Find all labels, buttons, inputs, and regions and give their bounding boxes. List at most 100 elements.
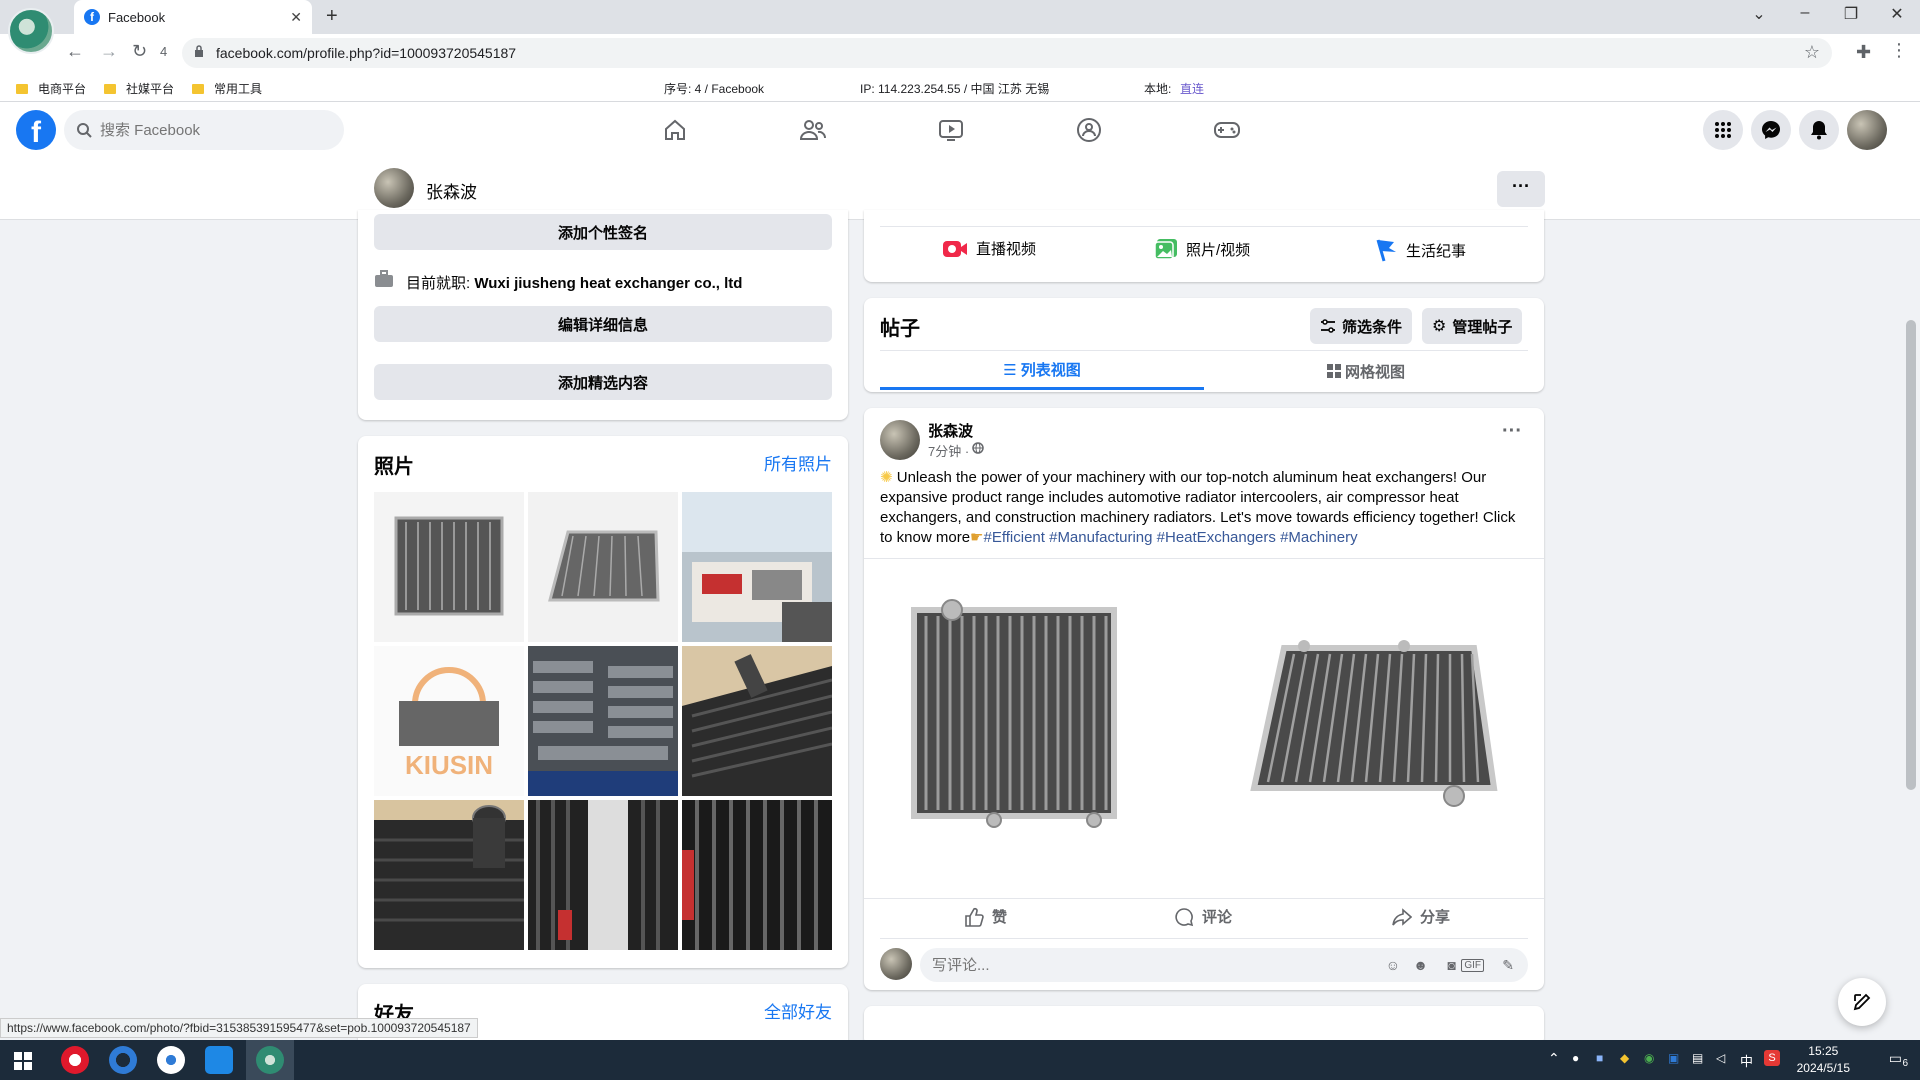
post-hashtags[interactable]: #Efficient #Manufacturing #HeatExchanger… xyxy=(984,529,1358,546)
photo-thumbnail[interactable] xyxy=(682,800,832,950)
post-timestamp[interactable]: 7分钟 · xyxy=(928,441,969,460)
browser-profile-avatar[interactable] xyxy=(8,8,54,54)
forward-icon[interactable]: → xyxy=(100,41,118,62)
url-text[interactable]: facebook.com/profile.php?id=100093720545… xyxy=(216,45,516,61)
sticker-icon[interactable]: ✎ xyxy=(1502,957,1514,974)
tray-chevron-icon[interactable]: ⌃ xyxy=(1548,1050,1560,1067)
extensions-icon[interactable]: ✚ xyxy=(1856,42,1871,63)
new-tab-button[interactable]: + xyxy=(326,5,338,28)
opera-browser-icon[interactable] xyxy=(61,1046,89,1074)
messenger-icon[interactable] xyxy=(1751,110,1791,150)
tray-ime-lang[interactable]: 中 xyxy=(1740,1051,1753,1070)
like-button[interactable]: 赞 xyxy=(964,906,1007,927)
camera-icon[interactable]: ◙ xyxy=(1448,957,1456,973)
profile-name[interactable]: 张森波 xyxy=(426,178,477,203)
omnibox[interactable]: facebook.com/profile.php?id=100093720545… xyxy=(182,38,1832,68)
bookmark-star-icon[interactable]: ☆ xyxy=(1804,42,1820,63)
add-bio-button[interactable]: 添加个性签名 xyxy=(374,214,832,250)
active-browser-icon[interactable] xyxy=(256,1046,284,1074)
taskbar-clock[interactable]: 15:25 2024/5/15 xyxy=(1797,1043,1850,1077)
tab-list-view[interactable]: ☰ 列表视图 xyxy=(880,352,1204,390)
nav-gaming-icon[interactable] xyxy=(1209,112,1245,148)
nav-groups-icon[interactable] xyxy=(1071,112,1107,148)
nav-friends-icon[interactable] xyxy=(795,112,831,148)
manage-posts-button[interactable]: ⚙ 管理帖子 xyxy=(1422,308,1523,344)
photo-thumbnail[interactable] xyxy=(682,646,832,796)
photo-thumbnail[interactable] xyxy=(528,492,678,642)
edge-browser-icon[interactable] xyxy=(205,1046,233,1074)
scrollbar-thumb[interactable] xyxy=(1906,320,1916,790)
add-featured-button[interactable]: 添加精选内容 xyxy=(374,364,832,400)
info-sequence: 序号: 4 / Facebook xyxy=(664,82,765,96)
tray-wechat-icon[interactable]: ◉ xyxy=(1644,1051,1654,1065)
browser-menu-icon[interactable]: ⋮ xyxy=(1890,40,1908,61)
facebook-search-box[interactable] xyxy=(64,110,344,150)
menu-grid-icon[interactable] xyxy=(1703,110,1743,150)
life-event-button[interactable]: 生活纪事 xyxy=(1374,238,1466,262)
comment-input[interactable] xyxy=(932,956,1372,974)
tray-app-icon[interactable]: ● xyxy=(1572,1051,1579,1065)
post-options-icon[interactable]: ··· xyxy=(1502,420,1522,443)
close-window-button[interactable]: ✕ xyxy=(1874,4,1920,24)
notification-center-icon[interactable]: ▭ xyxy=(1889,1050,1902,1067)
comment-button[interactable]: 评论 xyxy=(1174,906,1232,927)
post-image-heat-exchanger-angled[interactable] xyxy=(1244,628,1504,818)
photo-thumbnail[interactable] xyxy=(682,492,832,642)
browser-tab[interactable]: f Facebook ✕ xyxy=(74,0,312,34)
photo-thumbnail[interactable] xyxy=(528,800,678,950)
tray-network-icon[interactable]: ■ xyxy=(1596,1051,1603,1065)
avatar-sticker-icon[interactable]: ☺ xyxy=(1386,957,1400,973)
comment-input-box[interactable]: ☺ ☻ ◙ GIF ✎ xyxy=(920,948,1528,982)
new-message-button[interactable] xyxy=(1838,978,1886,1026)
photo-video-button[interactable]: 照片/视频 xyxy=(1154,238,1250,260)
divider xyxy=(864,898,1544,899)
close-tab-icon[interactable]: ✕ xyxy=(290,9,302,26)
tray-app2-icon[interactable]: ▣ xyxy=(1668,1051,1679,1065)
tab-grid-view[interactable]: 网格视图 xyxy=(1204,352,1528,390)
share-button[interactable]: 分享 xyxy=(1392,906,1450,927)
bookmark-folder-tools[interactable]: 常用工具 xyxy=(192,80,262,97)
restore-button[interactable]: ❐ xyxy=(1828,4,1874,24)
folder-icon xyxy=(192,83,204,94)
post-author-avatar[interactable] xyxy=(880,420,920,460)
emoji-icon[interactable]: ☻ xyxy=(1413,957,1428,973)
commenter-avatar[interactable] xyxy=(880,948,912,980)
nav-home-icon[interactable] xyxy=(657,112,693,148)
tray-volume-icon[interactable]: ◁ xyxy=(1716,1051,1725,1065)
photo-watermark-text: KIUSIN xyxy=(405,750,493,780)
edit-details-button[interactable]: 编辑详细信息 xyxy=(374,306,832,342)
photo-thumbnail[interactable] xyxy=(374,800,524,950)
photo-thumbnail[interactable] xyxy=(528,646,678,796)
chat-app-icon[interactable] xyxy=(157,1046,185,1074)
post-author-name[interactable]: 张森波 xyxy=(928,420,973,441)
account-avatar[interactable] xyxy=(1847,110,1887,150)
notifications-bell-icon[interactable] xyxy=(1799,110,1839,150)
bookmark-folder-social[interactable]: 社媒平台 xyxy=(104,80,174,97)
back-icon[interactable]: ← xyxy=(66,41,84,62)
post-image-heat-exchanger-front[interactable] xyxy=(904,598,1124,828)
tray-cat-icon[interactable]: ◆ xyxy=(1620,1051,1629,1065)
reload-icon[interactable]: ↻ xyxy=(132,41,147,62)
photo-thumbnail[interactable]: KIUSIN xyxy=(374,646,524,796)
nav-watch-icon[interactable] xyxy=(933,112,969,148)
filter-button[interactable]: 筛选条件 xyxy=(1310,308,1413,344)
facebook-logo[interactable]: f xyxy=(16,110,56,150)
search-app-icon[interactable] xyxy=(109,1046,137,1074)
gif-icon[interactable]: GIF xyxy=(1461,958,1484,972)
profile-more-button[interactable]: ··· xyxy=(1497,171,1545,207)
photo-thumbnail[interactable] xyxy=(374,492,524,642)
windows-start-icon[interactable] xyxy=(14,1052,32,1070)
profile-avatar[interactable] xyxy=(374,168,414,208)
all-friends-link[interactable]: 全部好友 xyxy=(764,998,832,1023)
bookmark-folder-ecommerce[interactable]: 电商平台 xyxy=(16,80,86,97)
tab-search-icon[interactable]: ⌄ xyxy=(1736,4,1782,24)
folder-icon xyxy=(16,83,28,94)
globe-privacy-icon[interactable] xyxy=(972,442,984,454)
all-photos-link[interactable]: 所有照片 xyxy=(764,450,832,475)
minimize-button[interactable]: – xyxy=(1782,4,1828,22)
search-input[interactable] xyxy=(100,121,320,139)
tray-wifi-icon[interactable]: ▤ xyxy=(1692,1051,1703,1065)
tray-ime-icon[interactable]: S xyxy=(1764,1050,1780,1066)
reload-count: 4 xyxy=(160,44,168,59)
live-video-button[interactable]: 直播视频 xyxy=(942,238,1036,259)
